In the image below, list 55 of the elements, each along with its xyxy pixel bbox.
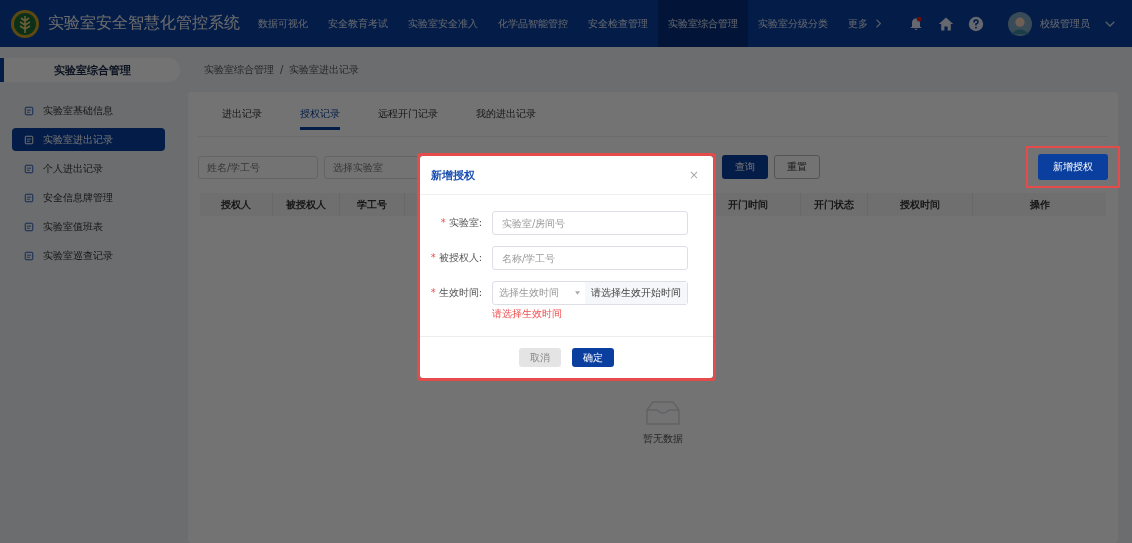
more-menu[interactable]: 更多: [838, 0, 892, 47]
sidebar-item[interactable]: 安全信息牌管理: [12, 186, 165, 209]
column-header: 被授权人: [273, 193, 340, 216]
document-icon: [24, 134, 34, 145]
nav-item[interactable]: 化学品智能管控: [488, 0, 578, 47]
nav-item[interactable]: 实验室安全准入: [398, 0, 488, 47]
column-header: 开门状态: [801, 193, 868, 216]
add-authorization-button[interactable]: 新增授权: [1038, 154, 1108, 180]
reset-button[interactable]: 重置: [774, 155, 820, 179]
sidebar-item[interactable]: 实验室巡查记录: [12, 244, 165, 267]
search-button[interactable]: 查询: [722, 155, 768, 179]
user-name[interactable]: 校级管理员: [1040, 16, 1090, 31]
document-icon: [24, 221, 34, 232]
field-label: * 生效时间:: [429, 286, 483, 300]
sidebar-item[interactable]: 个人进出记录: [12, 157, 165, 180]
avatar[interactable]: [1008, 11, 1032, 36]
nav-item[interactable]: 实验室综合管理: [658, 0, 748, 47]
document-icon: [24, 163, 34, 174]
text-field[interactable]: 实验室/房间号: [492, 211, 688, 235]
breadcrumb-link[interactable]: 实验室进出记录: [289, 62, 360, 77]
sidebar-item[interactable]: 实验室进出记录: [12, 128, 165, 151]
document-icon: [24, 105, 34, 116]
help-icon[interactable]: [968, 15, 984, 32]
column-header: 授权人: [200, 193, 273, 216]
column-header: 授权时间: [868, 193, 973, 216]
field-label: * 实验室:: [439, 216, 483, 230]
tab[interactable]: 远程开门记录: [378, 98, 438, 130]
breadcrumb-separator: /: [280, 64, 284, 75]
chevron-right-icon: [874, 18, 882, 29]
confirm-button[interactable]: 确定: [572, 348, 614, 367]
breadcrumb-link[interactable]: 实验室综合管理: [204, 62, 274, 77]
empty-message: 暂无数据: [643, 432, 683, 446]
tab[interactable]: 授权记录: [300, 98, 340, 130]
tab[interactable]: 进出记录: [222, 98, 262, 130]
column-header: 学工号: [340, 193, 405, 216]
sidebar-item[interactable]: 实验室基础信息: [12, 99, 165, 122]
chevron-down-icon[interactable]: [1104, 19, 1116, 28]
close-button[interactable]: ×: [684, 168, 703, 182]
document-icon: [24, 192, 34, 203]
field-label: * 被授权人:: [429, 251, 483, 265]
system-title: 实验室安全智慧化管控系统: [48, 13, 240, 34]
sidebar-title: 实验室综合管理: [0, 58, 180, 82]
tab[interactable]: 我的进出记录: [476, 98, 536, 130]
bell-icon[interactable]: [908, 15, 924, 32]
emblem-logo-icon: [10, 8, 40, 39]
nav-item[interactable]: 安全检查管理: [578, 0, 658, 47]
nav-item[interactable]: 安全教育考试: [318, 0, 398, 47]
text-field[interactable]: 名称/学工号: [492, 246, 688, 270]
error-message: 请选择生效时间: [492, 307, 563, 321]
nav-item[interactable]: 实验室分级分类: [748, 0, 838, 47]
column-header: 操作: [1028, 197, 1051, 212]
home-icon[interactable]: [938, 15, 954, 32]
nav-item[interactable]: 数据可视化: [248, 0, 318, 47]
sidebar-item[interactable]: 实验室值班表: [12, 215, 165, 238]
document-icon: [24, 250, 34, 261]
